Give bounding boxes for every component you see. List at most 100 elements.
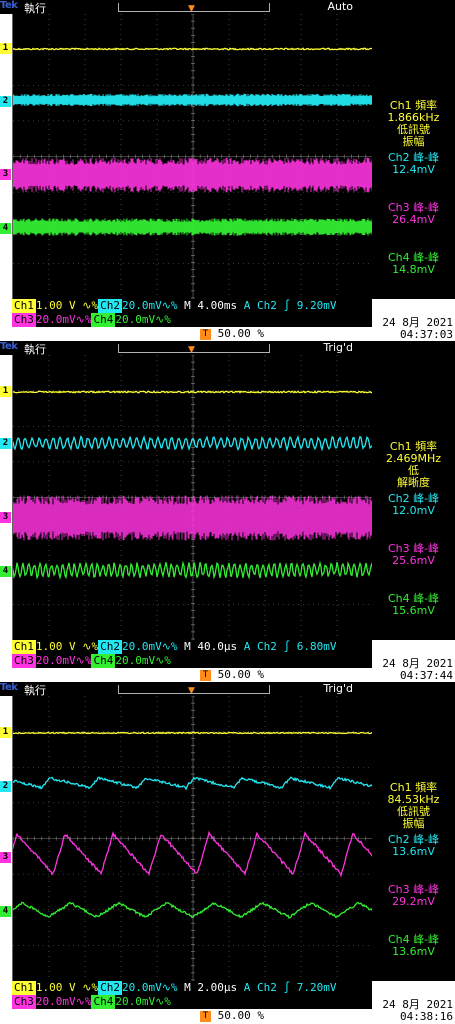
- measure-value: 13.6mV: [392, 945, 435, 958]
- settings-readout: Ch1 1.00 V ∿% Ch2 20.0mV∿% M 2.00μs A Ch2 ∫…: [12, 981, 372, 1009]
- trigger-mode: Auto: [327, 0, 353, 13]
- scope-capture-1: Tek 執行 Auto ▼ 1 2 3 4 Ch1 頻率 1.866kHz 低訊…: [0, 0, 455, 341]
- trigger-position: T 50.00 %: [200, 1009, 264, 1022]
- ch3-tag: Ch3: [12, 654, 36, 668]
- ch1-scale: 1.00 V ∿%: [35, 640, 99, 653]
- measure-ch4: Ch4 峰-峰 14.8mV: [372, 252, 455, 276]
- trigger-box-icon: T: [200, 669, 211, 681]
- trigger-position-icon: ▼: [188, 686, 195, 696]
- ch1-tag: Ch1: [12, 981, 36, 995]
- trigger-position-icon: ▼: [188, 345, 195, 355]
- ch4-tag: Ch4: [91, 654, 116, 668]
- measure-ch1: Ch1 頻率 1.866kHz 低訊號 振幅: [372, 100, 455, 148]
- trigger-pos-value: 50.00 %: [217, 1009, 264, 1022]
- time-stamp: 04:37:03: [400, 328, 453, 341]
- graticule: [13, 355, 373, 640]
- measure-note: 振幅: [402, 817, 425, 830]
- trigger-position-icon: ▼: [188, 4, 195, 14]
- trigger-source: A Ch2 ∫ 9.20mV: [243, 299, 337, 312]
- brand-logo: Tek: [0, 341, 18, 352]
- measure-ch4: Ch4 峰-峰 15.6mV: [372, 593, 455, 617]
- measure-value: 14.8mV: [392, 263, 435, 276]
- ch4-scale: 20.0mV∿%: [115, 995, 171, 1008]
- ch2-tag: Ch2: [98, 981, 122, 995]
- ch3-scale: 20.0mV∿%: [35, 654, 92, 667]
- measure-ch2: Ch2 峰-峰 13.6mV: [372, 834, 455, 858]
- waveform-plot: [13, 355, 373, 640]
- ch1-scale: 1.00 V ∿%: [35, 299, 99, 312]
- measure-ch3: Ch3 峰-峰 26.4mV: [372, 202, 455, 226]
- measurement-panel: Ch1 頻率 84.53kHz 低訊號 振幅 Ch2 峰-峰 13.6mV Ch…: [372, 696, 455, 981]
- measure-value: 12.4mV: [392, 163, 435, 176]
- timebase: M 4.00ms: [184, 299, 238, 312]
- measure-value: 13.6mV: [392, 845, 435, 858]
- measure-value: 12.0mV: [392, 504, 435, 517]
- brand-logo: Tek: [0, 682, 18, 693]
- ch4-marker: 4: [0, 906, 11, 917]
- graticule: [13, 696, 373, 981]
- measure-value: 15.6mV: [392, 604, 435, 617]
- ch2-marker: 2: [0, 781, 11, 792]
- trigger-position: T 50.00 %: [200, 327, 264, 340]
- trigger-mode: Trig'd: [323, 341, 353, 354]
- trigger-box-icon: T: [200, 1010, 211, 1022]
- waveform-display: [12, 14, 374, 299]
- ch2-scale: 20.0mV∿%: [121, 640, 178, 653]
- measure-ch2: Ch2 峰-峰 12.0mV: [372, 493, 455, 517]
- ch1-tag: Ch1: [12, 640, 36, 654]
- ch4-scale: 20.0mV∿%: [115, 654, 171, 667]
- readout-row-1: Ch1 1.00 V ∿% Ch2 20.0mV∿% M 40.0μs A Ch2 ∫…: [12, 640, 336, 654]
- measure-value: 29.2mV: [392, 895, 435, 908]
- waveform-plot: [13, 696, 373, 981]
- ch4-marker: 4: [0, 566, 11, 577]
- timebase: M 2.00μs: [184, 981, 238, 994]
- measurement-panel: Ch1 頻率 1.866kHz 低訊號 振幅 Ch2 峰-峰 12.4mV Ch…: [372, 14, 455, 299]
- ch1-trace: [13, 47, 373, 51]
- ch3-tag: Ch3: [12, 995, 36, 1009]
- ch3-scale: 20.0mV∿%: [35, 313, 92, 326]
- ch1-scale: 1.00 V ∿%: [35, 981, 99, 994]
- readout-row-2: Ch3 20.0mV∿% Ch4 20.0mV∿%: [12, 995, 171, 1009]
- ch1-tag: Ch1: [12, 299, 36, 313]
- settings-readout: Ch1 1.00 V ∿% Ch2 20.0mV∿% M 4.00ms A Ch2 ∫…: [12, 299, 372, 327]
- measure-note: 振幅: [402, 135, 425, 148]
- ch3-trace: [13, 157, 373, 193]
- ch4-trace: [13, 218, 373, 236]
- readout-row-1: Ch1 1.00 V ∿% Ch2 20.0mV∿% M 2.00μs A Ch2 ∫…: [12, 981, 336, 995]
- ch3-tag: Ch3: [12, 313, 36, 327]
- ch1-marker: 1: [0, 727, 11, 738]
- time-stamp: 04:37:44: [400, 669, 453, 682]
- ch3-scale: 20.0mV∿%: [35, 995, 92, 1008]
- measure-ch4: Ch4 峰-峰 13.6mV: [372, 934, 455, 958]
- trigger-position: T 50.00 %: [200, 668, 264, 681]
- ch4-marker: 4: [0, 223, 11, 234]
- ch2-tag: Ch2: [98, 640, 122, 654]
- status-bar: Tek 執行 Auto: [0, 0, 455, 15]
- waveform-display: [12, 355, 374, 640]
- measure-ch1: Ch1 頻率 2.469MHz 低 解晰度: [372, 441, 455, 489]
- ch2-marker: 2: [0, 438, 11, 449]
- measure-ch3: Ch3 峰-峰 25.6mV: [372, 543, 455, 567]
- trigger-mode: Trig'd: [323, 682, 353, 695]
- ch3-marker: 3: [0, 852, 11, 863]
- measure-value: 25.6mV: [392, 554, 435, 567]
- status-bar: Tek 執行 Trig'd: [0, 341, 455, 356]
- trigger-source: A Ch2 ∫ 7.20mV: [243, 981, 337, 994]
- brand-logo: Tek: [0, 0, 18, 11]
- measure-note: 解晰度: [397, 476, 430, 489]
- measure-ch2: Ch2 峰-峰 12.4mV: [372, 152, 455, 176]
- waveform-display: [12, 696, 374, 981]
- readout-row-2: Ch3 20.0mV∿% Ch4 20.0mV∿%: [12, 654, 171, 668]
- ch2-marker: 2: [0, 96, 11, 107]
- ch4-tag: Ch4: [91, 995, 116, 1009]
- readout-row-2: Ch3 20.0mV∿% Ch4 20.0mV∿%: [12, 313, 171, 327]
- measurement-panel: Ch1 頻率 2.469MHz 低 解晰度 Ch2 峰-峰 12.0mV Ch3…: [372, 355, 455, 640]
- trigger-source: A Ch2 ∫ 6.80mV: [243, 640, 337, 653]
- ch3-marker: 3: [0, 169, 11, 180]
- ch2-scale: 20.0mV∿%: [121, 299, 178, 312]
- graticule: [13, 14, 373, 299]
- ch1-marker: 1: [0, 386, 11, 397]
- settings-readout: Ch1 1.00 V ∿% Ch2 20.0mV∿% M 40.0μs A Ch2 ∫…: [12, 640, 372, 668]
- waveform-plot: [13, 14, 373, 299]
- scope-capture-2: Tek 執行 Trig'd ▼ 1 2 3 4 Ch1 頻率 2.469MHz …: [0, 341, 455, 682]
